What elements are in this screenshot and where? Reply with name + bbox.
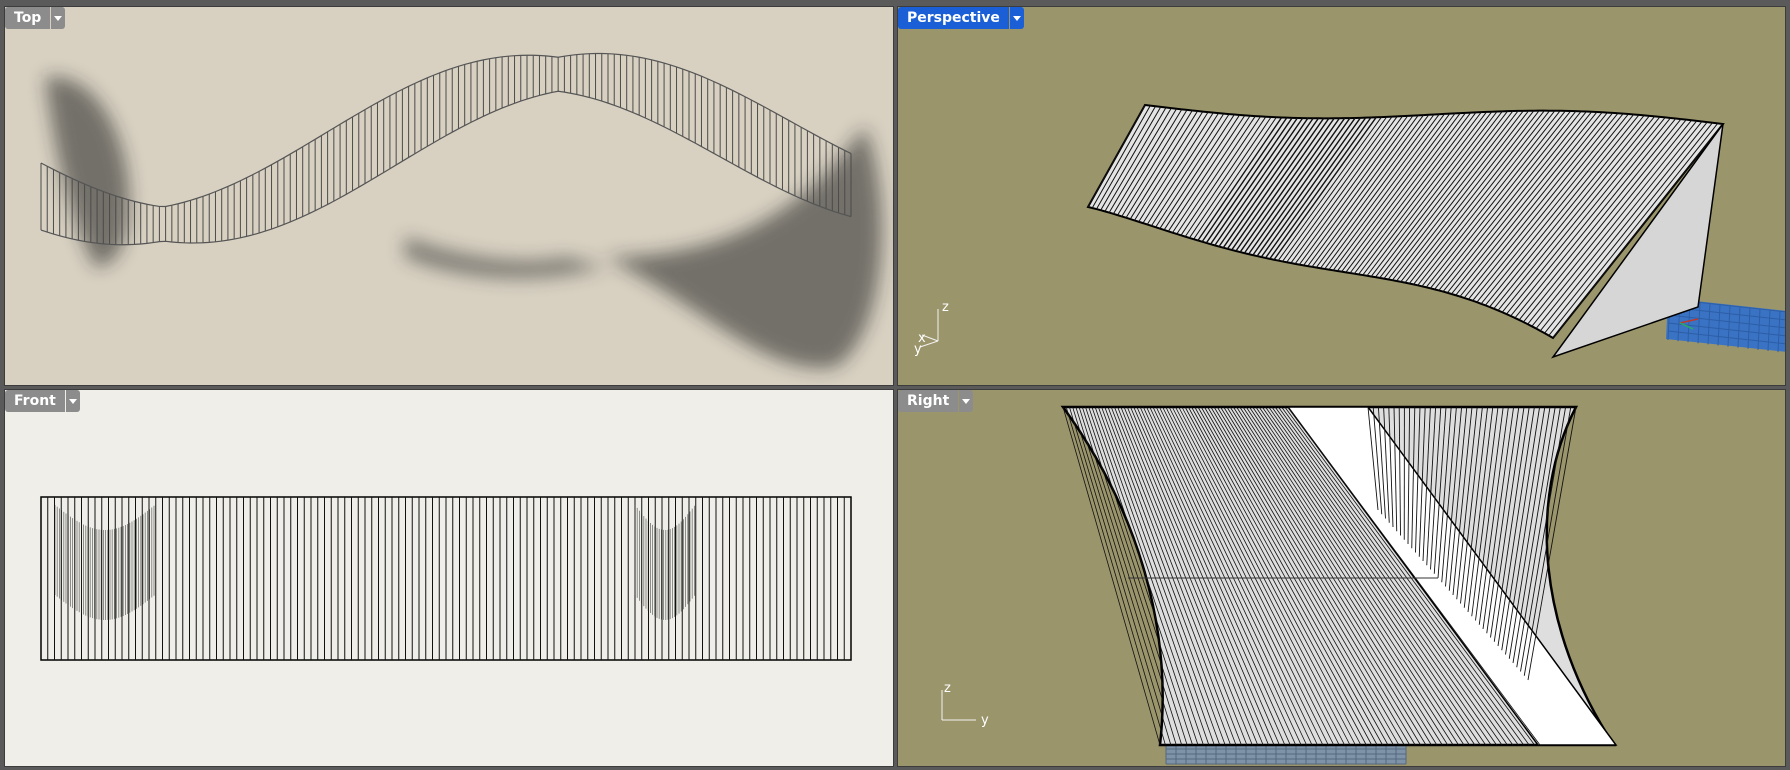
viewport-label: Top: [5, 7, 51, 29]
front-elevation-strips: [40, 496, 852, 661]
perspective-model: [1086, 103, 1725, 359]
viewport-label: Perspective: [898, 7, 1009, 29]
axis-label-z: z: [942, 300, 949, 315]
axis-label-y: y: [914, 342, 922, 357]
right-view-canvas: z y: [941, 405, 1618, 765]
top-ribbon-strips: [40, 52, 852, 246]
viewport-right[interactable]: z y Right: [897, 389, 1786, 767]
front-view-canvas: [40, 496, 852, 661]
grid-plane: [1165, 744, 1407, 765]
viewport-label: Front: [5, 390, 65, 412]
perspective-view-canvas: z x y: [914, 103, 1785, 359]
tab-right[interactable]: Right: [898, 390, 974, 412]
axis-label-z: z: [944, 681, 951, 696]
chevron-down-icon[interactable]: [1009, 7, 1024, 29]
tab-front[interactable]: Front: [5, 390, 80, 412]
viewport-front[interactable]: Front: [4, 389, 894, 767]
tab-perspective[interactable]: Perspective: [898, 7, 1024, 29]
viewport-perspective[interactable]: z x y Perspective: [897, 6, 1786, 386]
viewport-top[interactable]: Top: [4, 6, 894, 386]
chevron-down-icon[interactable]: [51, 7, 66, 29]
chevron-down-icon[interactable]: [65, 390, 80, 412]
axis-triad: z y: [941, 681, 989, 728]
chevron-down-icon[interactable]: [959, 390, 974, 412]
top-shadow: [45, 76, 882, 368]
right-elevation-model: [1060, 405, 1618, 747]
axis-triad: z x y: [914, 300, 949, 357]
axis-label-y: y: [981, 713, 989, 728]
viewport-label: Right: [898, 390, 959, 412]
tab-top[interactable]: Top: [5, 7, 66, 29]
top-view-canvas: [40, 52, 882, 368]
